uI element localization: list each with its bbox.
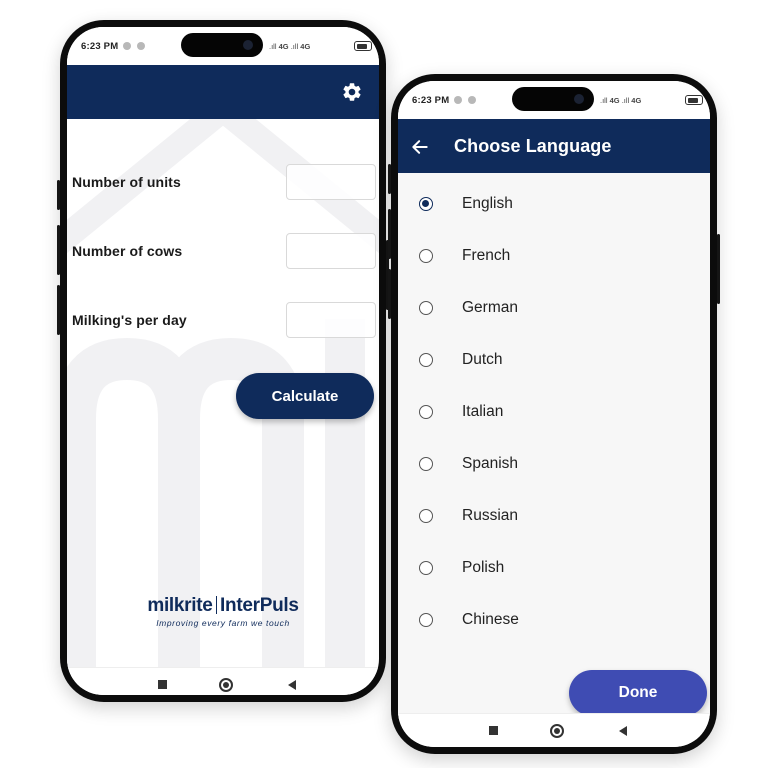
phone-power-button <box>717 234 720 304</box>
form-row-units: Number of units <box>72 164 376 202</box>
app-bar: Choose Language <box>398 119 710 173</box>
brand-tagline: Improving every farm we touch <box>156 618 290 628</box>
language-option-spanish[interactable]: Spanish <box>398 439 710 491</box>
language-label: French <box>462 247 511 264</box>
radio-button[interactable] <box>419 405 433 419</box>
triangle-back-icon[interactable] <box>619 726 627 736</box>
phone-side-button <box>388 164 391 194</box>
signal-bars-icon: .ıll <box>269 42 277 51</box>
phone-language: 6:23 PM .ıll 4G .ıll 4G Choose Language <box>388 74 720 754</box>
language-label: Dutch <box>462 351 503 368</box>
gear-icon[interactable] <box>341 81 363 103</box>
notification-dot-icon <box>454 96 462 104</box>
notification-dot-icon <box>123 42 131 50</box>
phone-side-button <box>57 180 60 210</box>
battery-icon <box>354 41 372 51</box>
radio-button[interactable] <box>419 249 433 263</box>
cows-label: Number of cows <box>72 243 183 259</box>
language-label: German <box>462 299 518 316</box>
square-icon[interactable] <box>489 726 498 735</box>
signal-bars-icon: .ıll <box>621 96 630 105</box>
cows-input[interactable] <box>286 233 376 269</box>
network-type-left: 4G <box>278 42 289 51</box>
milkings-input[interactable] <box>286 302 376 338</box>
brand-name-right: InterPuls <box>220 595 299 616</box>
language-option-german[interactable]: German <box>398 283 710 335</box>
phone-side-button <box>388 269 391 319</box>
triangle-back-icon[interactable] <box>288 680 296 690</box>
form-row-milkings: Milking's per day <box>72 302 376 340</box>
signal-indicators: .ıll 4G .ıll 4G <box>600 96 641 105</box>
circle-icon[interactable] <box>219 678 233 692</box>
radio-button-selected[interactable] <box>419 197 433 211</box>
notification-dot-icon <box>468 96 476 104</box>
phone-calculator: 6:23 PM .ıll 4G .ıll 4G Number of units … <box>57 20 389 702</box>
language-label: English <box>462 195 513 212</box>
square-icon[interactable] <box>158 680 167 689</box>
signal-bars-icon: .ıll <box>290 42 299 51</box>
radio-button[interactable] <box>419 457 433 471</box>
camera-island <box>181 33 263 57</box>
status-bar: 6:23 PM .ıll 4G .ıll 4G <box>398 81 710 119</box>
language-option-italian[interactable]: Italian <box>398 387 710 439</box>
brand-name-left: milkrite <box>147 595 213 616</box>
brand-logo: milkrite InterPuls Improving every farm w… <box>67 595 379 628</box>
language-label: Russian <box>462 507 518 524</box>
notification-dot-icon <box>137 42 145 50</box>
brand-separator <box>215 596 218 614</box>
units-input[interactable] <box>286 164 376 200</box>
units-label: Number of units <box>72 174 181 190</box>
language-option-polish[interactable]: Polish <box>398 543 710 595</box>
screen-calculator: 6:23 PM .ıll 4G .ıll 4G Number of units … <box>67 27 379 695</box>
phone-side-button <box>388 209 391 259</box>
phone-side-button <box>57 225 60 275</box>
language-label: Polish <box>462 559 505 576</box>
radio-button[interactable] <box>419 561 433 575</box>
brand-name: milkrite InterPuls <box>67 595 379 617</box>
battery-icon <box>685 95 703 105</box>
form-row-cows: Number of cows <box>72 233 376 271</box>
language-option-english[interactable]: English <box>398 179 710 231</box>
camera-island <box>512 87 594 111</box>
language-label: Spanish <box>462 455 519 472</box>
network-type-left: 4G <box>609 96 620 105</box>
signal-indicators: .ıll 4G .ıll 4G <box>269 42 310 51</box>
arrow-left-icon[interactable] <box>410 137 430 157</box>
language-label: Chinese <box>462 611 519 628</box>
page-title: Choose Language <box>454 136 612 156</box>
nav-bar <box>398 713 710 747</box>
language-option-chinese[interactable]: Chinese <box>398 595 710 647</box>
screen-language: 6:23 PM .ıll 4G .ıll 4G Choose Language <box>398 81 710 747</box>
app-bar <box>67 65 379 119</box>
status-time: 6:23 PM <box>81 41 119 52</box>
language-list: English French German Dutch Italian Span… <box>398 173 710 713</box>
network-type-right: 4G <box>631 96 642 105</box>
radio-button[interactable] <box>419 353 433 367</box>
calculate-button[interactable]: Calculate <box>236 373 374 419</box>
status-bar: 6:23 PM .ıll 4G .ıll 4G <box>67 27 379 65</box>
language-label: Italian <box>462 403 504 420</box>
radio-button[interactable] <box>419 613 433 627</box>
network-type-right: 4G <box>300 42 311 51</box>
nav-bar <box>67 667 379 695</box>
phone-side-button <box>57 285 60 335</box>
radio-button[interactable] <box>419 301 433 315</box>
signal-bars-icon: .ıll <box>600 96 608 105</box>
done-button[interactable]: Done <box>569 670 707 716</box>
milkings-label: Milking's per day <box>72 312 187 328</box>
language-option-dutch[interactable]: Dutch <box>398 335 710 387</box>
language-option-french[interactable]: French <box>398 231 710 283</box>
language-option-russian[interactable]: Russian <box>398 491 710 543</box>
status-time: 6:23 PM <box>412 95 450 106</box>
radio-button[interactable] <box>419 509 433 523</box>
circle-icon[interactable] <box>550 724 564 738</box>
mockup-stage: 6:23 PM .ıll 4G .ıll 4G Number of units … <box>0 0 768 768</box>
